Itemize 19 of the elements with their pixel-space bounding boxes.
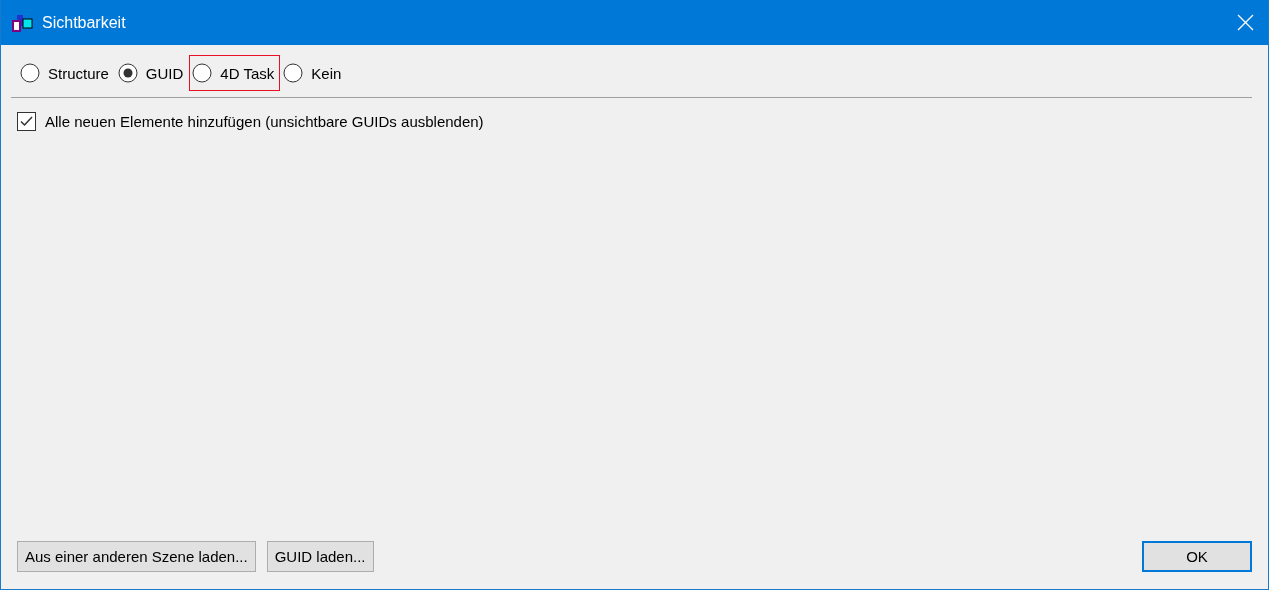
ok-button[interactable]: OK — [1142, 541, 1252, 572]
window-title: Sichtbarkeit — [42, 13, 126, 32]
checkbox-label: Alle neuen Elemente hinzufügen (unsichtbare GUIDs ausblenden) — [45, 113, 484, 130]
checkbox[interactable] — [17, 112, 36, 131]
load-button[interactable]: GUID laden... — [266, 541, 374, 572]
radio-button[interactable] — [283, 63, 304, 83]
radio-option[interactable]: Kein — [280, 55, 348, 91]
radio-option[interactable]: Structure — [17, 55, 115, 91]
radio-button[interactable] — [117, 63, 138, 83]
radio-label: GUID — [145, 64, 184, 82]
radio-option[interactable]: GUID — [114, 55, 190, 91]
radio-button[interactable] — [192, 63, 213, 83]
load-button[interactable]: Aus einer anderen Szene laden... — [17, 541, 256, 572]
app-icon — [12, 13, 34, 32]
radio-label: Kein — [311, 64, 342, 82]
radio-label: Structure — [48, 64, 109, 82]
radio-button[interactable] — [20, 63, 40, 83]
radio-label: 4D Task — [220, 64, 275, 82]
radio-option[interactable]: 4D Task — [189, 55, 281, 91]
